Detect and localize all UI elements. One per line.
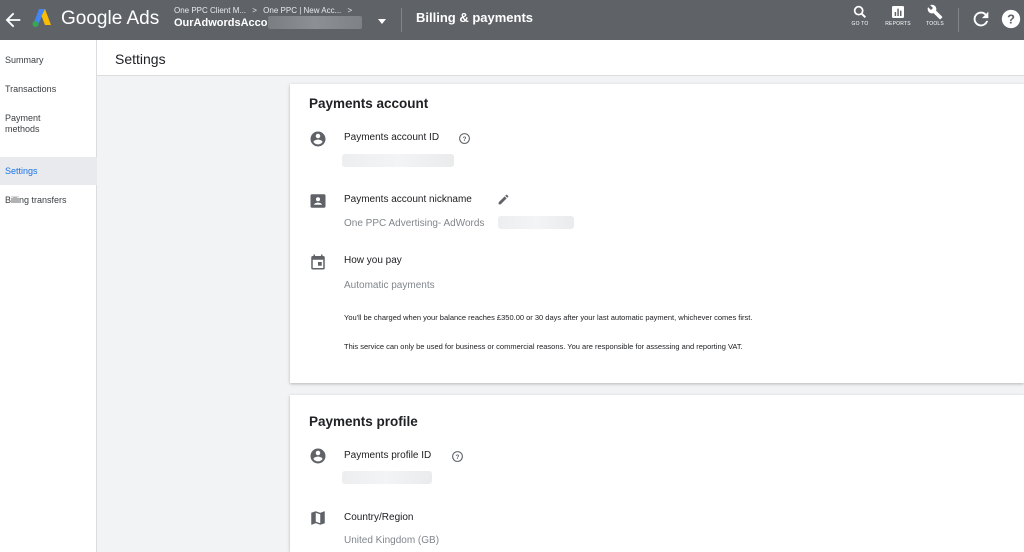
- topbar-divider: [401, 8, 402, 32]
- account-circle-icon: [310, 131, 326, 147]
- page-heading: Billing & payments: [416, 10, 534, 25]
- go-to-label: GO TO: [851, 21, 869, 27]
- page-title: Settings: [115, 51, 166, 67]
- breadcrumb-account[interactable]: One PPC | New Acc...: [263, 6, 341, 15]
- settings-header: Settings: [97, 40, 1024, 76]
- search-icon: [853, 5, 867, 19]
- wrench-icon: [927, 4, 943, 20]
- help-circle-icon[interactable]: ?: [458, 132, 471, 145]
- tools-button[interactable]: TOOLS: [918, 4, 952, 36]
- svg-text:?: ?: [456, 454, 460, 461]
- payments-profile-id-label: Payments profile ID: [344, 450, 432, 461]
- top-bar: Google Ads One PPC Client M... > One PPC…: [0, 0, 1024, 40]
- tools-label: TOOLS: [926, 21, 944, 27]
- calendar-icon: [311, 254, 325, 270]
- payments-account-id-redaction: [342, 154, 454, 167]
- how-you-pay-value: Automatic payments: [344, 280, 435, 291]
- map-icon: [311, 511, 325, 525]
- contact-card-icon: [310, 194, 326, 208]
- charge-threshold-note: You'll be charged when your balance reac…: [344, 313, 753, 322]
- sidebar-item-summary[interactable]: Summary: [0, 55, 97, 66]
- payments-account-nickname-value: One PPC Advertising- AdWords: [344, 218, 485, 229]
- pencil-icon[interactable]: [497, 193, 510, 206]
- payments-account-title: Payments account: [309, 96, 429, 111]
- refresh-icon[interactable]: [970, 8, 992, 30]
- country-region-label: Country/Region: [344, 512, 414, 523]
- topbar-divider: [958, 8, 959, 32]
- vat-note: This service can only be used for busine…: [344, 342, 743, 351]
- svg-text:?: ?: [1007, 12, 1015, 27]
- reports-button[interactable]: REPORTS: [881, 4, 915, 36]
- help-circle-icon[interactable]: ?: [451, 450, 464, 463]
- payments-profile-card: Payments profile Payments profile ID ? C…: [290, 395, 1024, 552]
- sidebar-item-billing-transfers[interactable]: Billing transfers: [0, 195, 97, 206]
- svg-text:?: ?: [463, 136, 467, 143]
- breadcrumb[interactable]: One PPC Client M... > One PPC | New Acc.…: [174, 6, 356, 15]
- reports-label: REPORTS: [885, 21, 911, 27]
- country-region-value: United Kingdom (GB): [344, 535, 440, 546]
- payments-account-nickname-label: Payments account nickname: [344, 194, 472, 205]
- help-icon[interactable]: ?: [1000, 8, 1022, 30]
- account-name[interactable]: OurAdwordsAccour: [174, 17, 279, 29]
- brand-name[interactable]: Google Ads: [61, 8, 159, 30]
- payments-account-card: Payments account Payments account ID ? P…: [290, 84, 1024, 383]
- payments-profile-id-redaction: [342, 471, 432, 484]
- account-name-redaction: [268, 16, 362, 29]
- breadcrumb-manager[interactable]: One PPC Client M...: [174, 6, 246, 15]
- payments-profile-title: Payments profile: [309, 414, 418, 429]
- sidebar-item-payment-methods[interactable]: Payment methods: [0, 113, 60, 135]
- sidebar-item-settings[interactable]: Settings: [0, 157, 97, 185]
- google-ads-logo-icon[interactable]: [30, 6, 54, 30]
- payments-account-id-label: Payments account ID: [344, 132, 440, 143]
- back-arrow-icon[interactable]: [2, 9, 24, 31]
- sidebar-item-transactions[interactable]: Transactions: [0, 84, 97, 95]
- nickname-redaction: [498, 216, 574, 229]
- reports-icon: [892, 6, 904, 18]
- account-dropdown-icon[interactable]: [378, 19, 386, 24]
- sidebar: Summary Transactions Payment methods Set…: [0, 40, 97, 552]
- breadcrumb-separator: >: [347, 6, 353, 15]
- breadcrumb-separator: >: [252, 6, 257, 15]
- how-you-pay-label: How you pay: [344, 255, 402, 266]
- account-circle-icon: [310, 448, 326, 464]
- go-to-button[interactable]: GO TO: [843, 4, 877, 36]
